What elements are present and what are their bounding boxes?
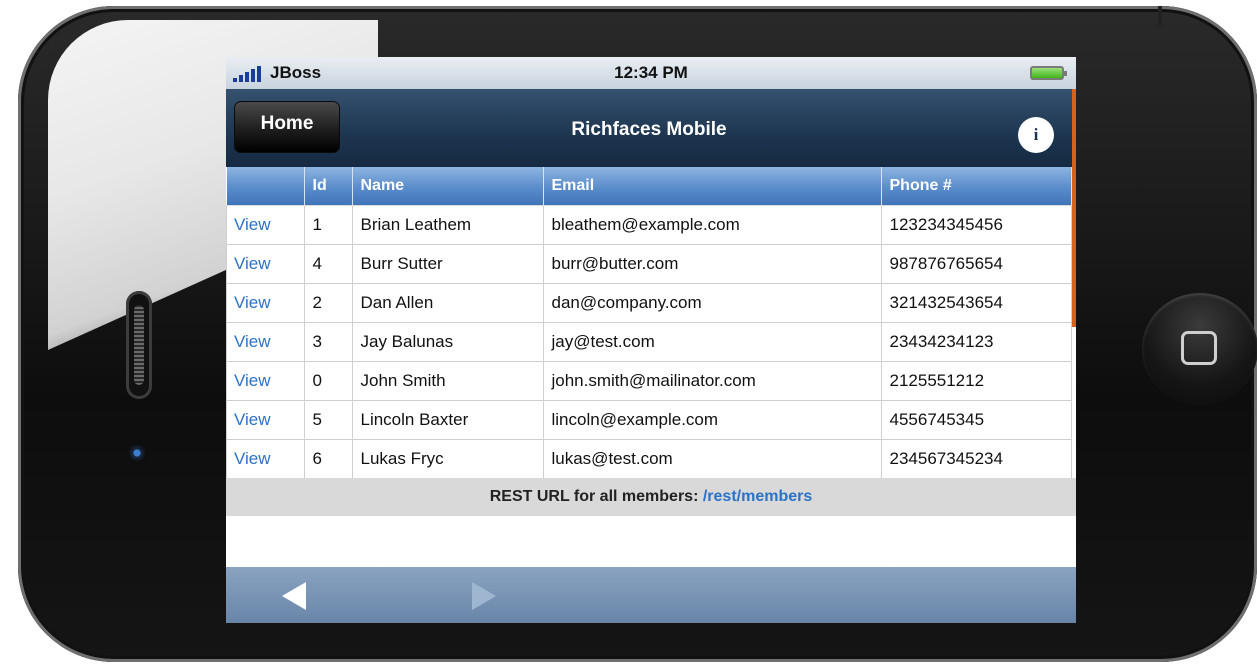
- member-name: Burr Sutter: [351, 244, 544, 284]
- home-square-icon: [1181, 331, 1217, 365]
- column-header-email[interactable]: Email: [543, 167, 882, 206]
- member-email: jay@test.com: [542, 322, 882, 362]
- battery-icon: [1030, 66, 1067, 80]
- member-id: 5: [303, 400, 353, 440]
- view-link[interactable]: View: [226, 244, 305, 284]
- member-id: 6: [303, 439, 353, 479]
- member-phone: 123234345456: [880, 205, 1072, 245]
- view-link[interactable]: View: [226, 439, 305, 479]
- phone-screen: JBoss 12:34 PM Home Richfaces Mobile i I…: [226, 57, 1076, 623]
- member-email: bleathem@example.com: [542, 205, 882, 245]
- back-arrow-icon[interactable]: [282, 582, 306, 610]
- member-id: 2: [303, 283, 353, 323]
- column-header-action: [226, 167, 305, 206]
- column-header-id[interactable]: Id: [304, 167, 353, 206]
- column-header-phone[interactable]: Phone #: [881, 167, 1072, 206]
- member-id: 0: [303, 361, 353, 401]
- table-row: View 6 Lukas Fryc lukas@test.com 2345673…: [226, 439, 1072, 479]
- member-email: dan@company.com: [542, 283, 882, 323]
- table-row: View 5 Lincoln Baxter lincoln@example.co…: [226, 400, 1072, 440]
- earpiece-speaker: [126, 291, 152, 399]
- member-id: 4: [303, 244, 353, 284]
- member-phone: 23434234123: [880, 322, 1072, 362]
- member-name: Brian Leathem: [351, 205, 544, 245]
- member-phone: 4556745345: [880, 400, 1072, 440]
- member-name: John Smith: [351, 361, 544, 401]
- member-email: lincoln@example.com: [542, 400, 882, 440]
- view-link[interactable]: View: [226, 361, 305, 401]
- member-email: lukas@test.com: [542, 439, 882, 479]
- bottom-toolbar: [226, 567, 1076, 623]
- view-link[interactable]: View: [226, 322, 305, 362]
- forward-arrow-icon[interactable]: [472, 582, 496, 610]
- member-name: Jay Balunas: [351, 322, 544, 362]
- view-link[interactable]: View: [226, 283, 305, 323]
- member-name: Dan Allen: [351, 283, 544, 323]
- column-header-name[interactable]: Name: [352, 167, 544, 206]
- side-key: [1158, 6, 1162, 26]
- member-phone: 321432543654: [880, 283, 1072, 323]
- member-phone: 234567345234: [880, 439, 1072, 479]
- member-email: john.smith@mailinator.com: [542, 361, 882, 401]
- member-phone: 987876765654: [880, 244, 1072, 284]
- table-row: View 3 Jay Balunas jay@test.com 23434234…: [226, 322, 1072, 362]
- table-row: View 2 Dan Allen dan@company.com 3214325…: [226, 283, 1072, 323]
- member-id: 1: [303, 205, 353, 245]
- member-name: Lincoln Baxter: [351, 400, 544, 440]
- member-name: Lukas Fryc: [351, 439, 544, 479]
- member-id: 3: [303, 322, 353, 362]
- device-home-button[interactable]: [1142, 293, 1257, 405]
- status-time: 12:34 PM: [614, 63, 688, 82]
- members-table: Id Name Email Phone # View 1 Brian Leath…: [226, 167, 1072, 479]
- table-row: View 0 John Smith john.smith@mailinator.…: [226, 361, 1072, 401]
- status-bar: JBoss 12:34 PM: [226, 57, 1076, 89]
- view-link[interactable]: View: [226, 400, 305, 440]
- nav-bar: Home Richfaces Mobile i: [226, 89, 1076, 167]
- table-row: View 4 Burr Sutter burr@butter.com 98787…: [226, 244, 1072, 284]
- table-row: View 1 Brian Leathem bleathem@example.co…: [226, 205, 1072, 245]
- member-phone: 2125551212: [880, 361, 1072, 401]
- view-link[interactable]: View: [226, 205, 305, 245]
- rest-url-link[interactable]: /rest/members: [703, 488, 812, 505]
- rest-url-label: REST URL for all members:: [489, 488, 699, 505]
- table-header-row: Id Name Email Phone #: [226, 167, 1072, 206]
- front-camera: [128, 444, 148, 464]
- rest-url-footer: REST URL for all members: /rest/members: [226, 478, 1076, 516]
- info-icon[interactable]: i: [1018, 117, 1054, 153]
- member-email: burr@butter.com: [542, 244, 882, 284]
- page-title: Richfaces Mobile: [571, 119, 727, 140]
